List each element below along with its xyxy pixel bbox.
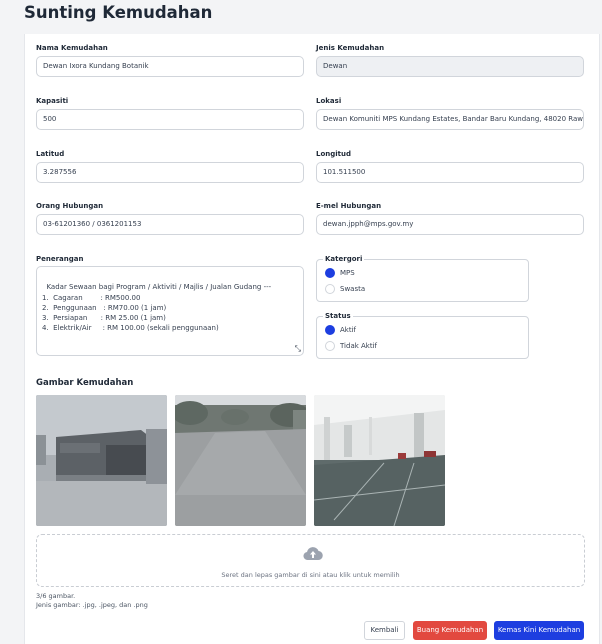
email-input[interactable]: dewan.jpph@mps.gov.my [316, 214, 584, 235]
kapasiti-input[interactable]: 500 [36, 109, 304, 130]
gallery-title: Gambar Kemudahan [36, 378, 134, 388]
jenis-kemudahan-field: Dewan [316, 56, 584, 77]
nama-kemudahan-input[interactable]: Dewan Ixora Kundang Botanik [36, 56, 304, 77]
latitud-label: Latitud [36, 150, 65, 158]
kategori-option-swasta[interactable]: Swasta [325, 284, 365, 294]
facility-photo-road[interactable] [175, 395, 306, 526]
status-option-label: Tidak Aktif [340, 342, 378, 350]
status-option-label: Aktif [340, 326, 356, 334]
status-legend: Status [323, 312, 353, 320]
radio-selected-icon[interactable] [325, 268, 335, 278]
image-dropzone[interactable]: Seret dan lepas gambar di sini atau klik… [36, 534, 585, 587]
jenis-label: Jenis Kemudahan [316, 44, 385, 52]
delete-facility-button[interactable]: Buang Kemudahan [413, 621, 487, 640]
radio-selected-icon[interactable] [325, 325, 335, 335]
dropzone-text: Seret dan lepas gambar di sini atau klik… [221, 571, 400, 579]
kategori-option-label: MPS [340, 269, 355, 277]
lokasi-input[interactable]: Dewan Komuniti MPS Kundang Estates, Band… [316, 109, 584, 130]
orang-hubungan-input[interactable]: 03-61201360 / 0361201153 [36, 214, 304, 235]
kategori-option-mps[interactable]: MPS [325, 268, 355, 278]
status-option-tidak-aktif[interactable]: Tidak Aktif [325, 341, 377, 351]
email-label: E-mel Hubungan [316, 202, 382, 210]
latitud-input[interactable]: 3.287556 [36, 162, 304, 183]
radio-unselected-icon[interactable] [325, 284, 335, 294]
kategori-option-label: Swasta [340, 285, 366, 293]
image-types-text: Jenis gambar: .jpg, .jpeg, dan .png [36, 601, 148, 609]
page-title: Sunting Kemudahan [24, 3, 213, 22]
back-button[interactable]: Kembali [364, 621, 405, 640]
resize-handle-icon[interactable]: ⤡ [295, 345, 301, 353]
nama-label: Nama Kemudahan [36, 44, 108, 52]
status-group: Status Aktif Tidak Aktif [316, 312, 529, 359]
status-option-aktif[interactable]: Aktif [325, 325, 356, 335]
penerangan-textarea[interactable]: Kadar Sewaan bagi Program / Aktiviti / M… [36, 266, 304, 356]
kapasiti-label: Kapasiti [36, 97, 69, 105]
longitud-input[interactable]: 101.511500 [316, 162, 584, 183]
image-count-text: 3/6 gambar. [36, 592, 76, 600]
penerangan-text: Kadar Sewaan bagi Program / Aktiviti / M… [42, 283, 272, 333]
facility-photo-hall-interior[interactable] [314, 395, 445, 526]
kategori-legend: Katergori [323, 255, 365, 263]
cloud-upload-icon [303, 547, 323, 561]
orang-hubungan-label: Orang Hubungan [36, 202, 104, 210]
penerangan-label: Penerangan [36, 255, 84, 263]
lokasi-label: Lokasi [316, 97, 342, 105]
update-facility-button[interactable]: Kemas Kini Kemudahan [494, 621, 584, 640]
kategori-group: Katergori MPS Swasta [316, 255, 529, 302]
facility-photo-exterior[interactable] [36, 395, 167, 526]
longitud-label: Longitud [316, 150, 352, 158]
radio-unselected-icon[interactable] [325, 341, 335, 351]
